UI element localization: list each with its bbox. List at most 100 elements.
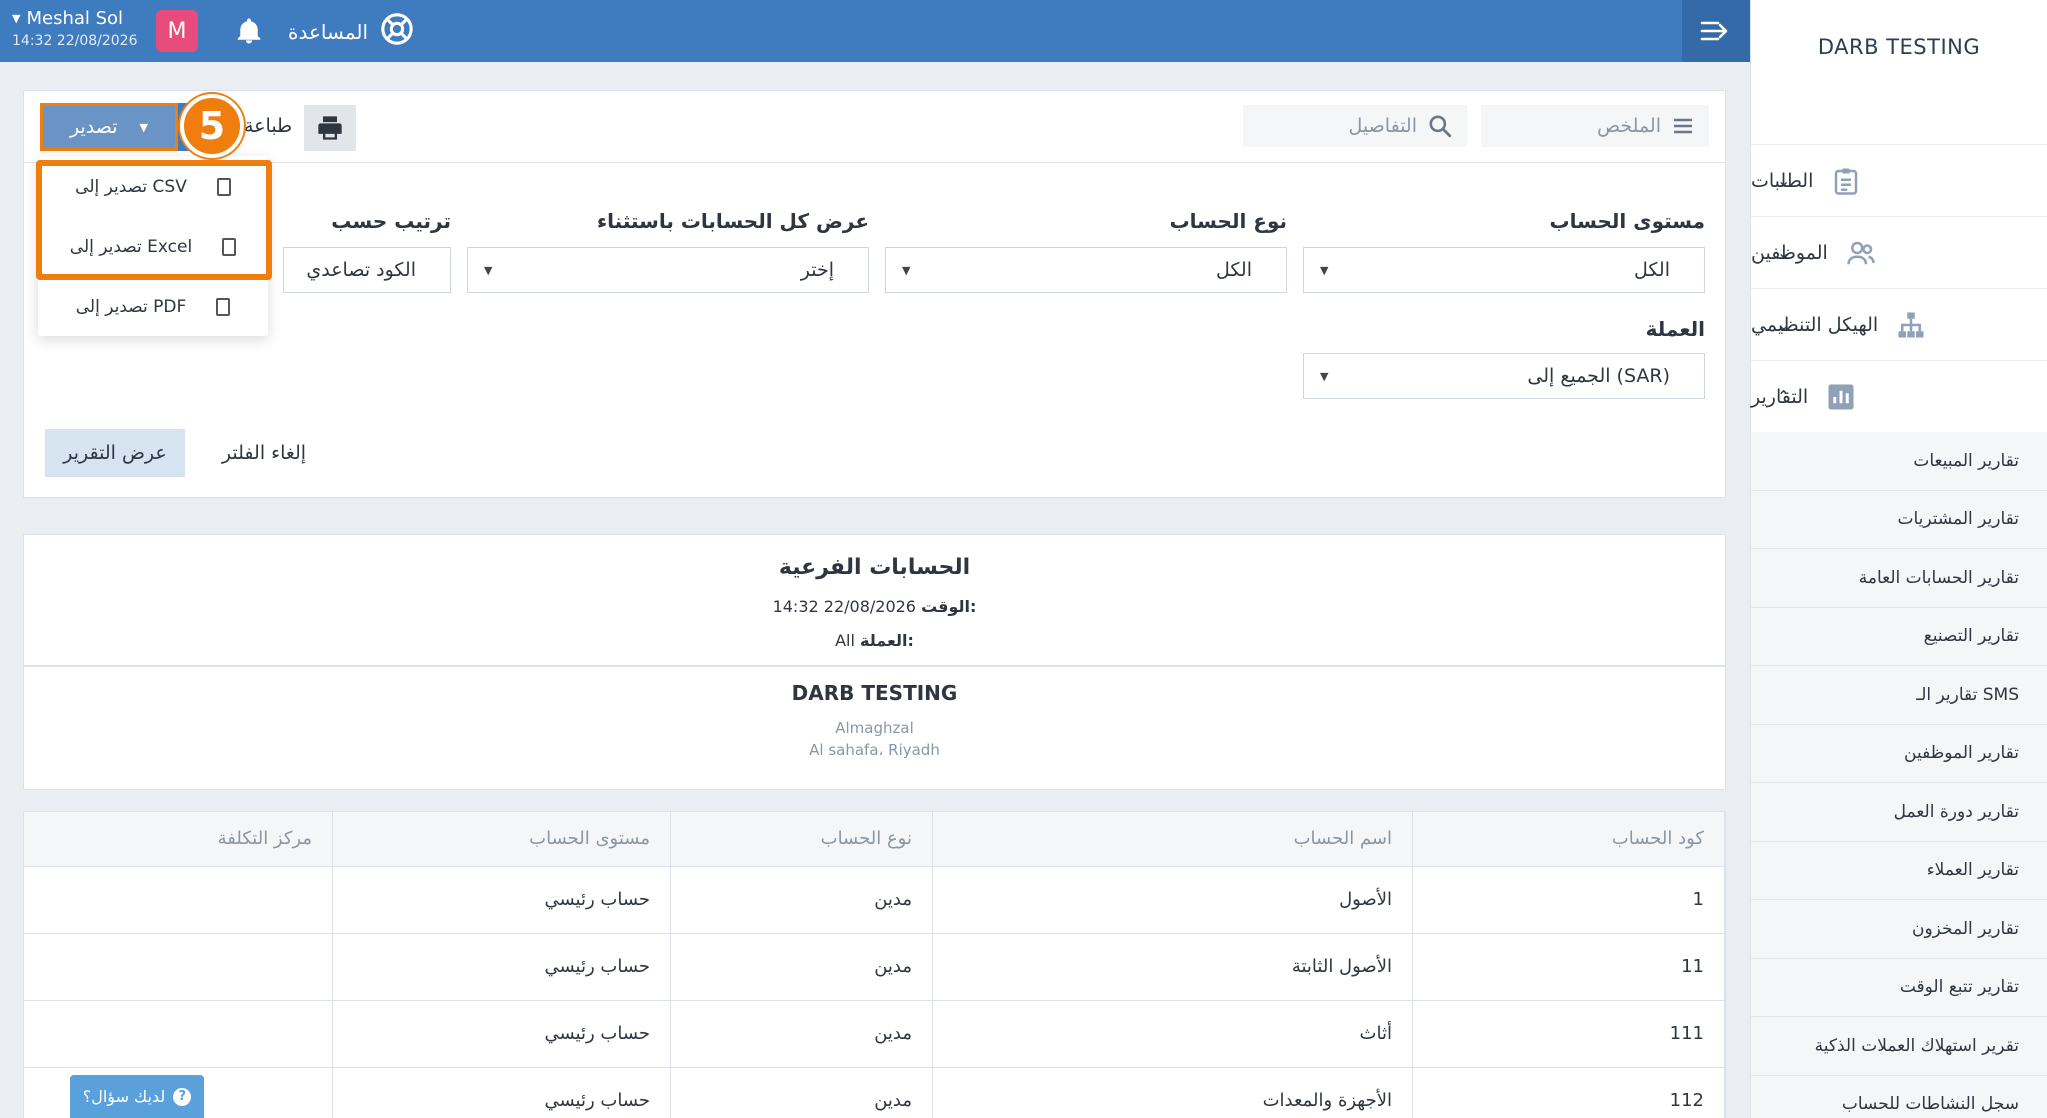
sort-select[interactable]: الكود تصاعدي (283, 247, 451, 293)
bell-icon[interactable] (234, 16, 264, 46)
sort-value: الكود تصاعدي (306, 259, 416, 281)
user-menu[interactable]: ▼ Meshal Sol 14:32 22/08/2026 (12, 8, 152, 49)
submenu-item[interactable]: تقارير التصنيع (1751, 608, 2047, 666)
cost-center (24, 1000, 333, 1068)
sidebar-item-org-structure[interactable]: الهيكل التنظيمي ⌄ (1751, 288, 2047, 360)
export-button[interactable]: تصدير ▼ (40, 103, 178, 151)
users-icon (1847, 241, 1875, 264)
caret-down-icon: ▼ (902, 263, 911, 277)
details-label: التفاصيل (1348, 115, 1417, 137)
account-level: حساب رئيسي (332, 1067, 671, 1118)
divider (24, 665, 1725, 667)
caret-down-icon: ▼ (139, 120, 148, 134)
caret-down-icon: ▼ (12, 12, 21, 25)
top-bar: ▼ Meshal Sol 14:32 22/08/2026 M المساعدة (0, 0, 1750, 62)
print-button[interactable] (304, 105, 356, 151)
tutorial-step-badge: 5 (180, 94, 244, 158)
user-name: Meshal Sol (26, 8, 124, 29)
summary-tab[interactable]: الملخص (1481, 105, 1709, 147)
account-level-value: الكل (1634, 259, 1670, 281)
show-all-value: إختر (800, 259, 834, 281)
report-time-value: 14:32 22/08/2026 (772, 597, 916, 616)
submenu-item[interactable]: تقارير الـ SMS (1751, 666, 2047, 725)
clipboard-icon (1835, 168, 1858, 195)
account-code: 111 (1412, 1000, 1725, 1068)
account-name: الأجهزة والمعدات (932, 1067, 1413, 1118)
user-time: 14:32 22/08/2026 (12, 33, 138, 49)
column-header-name[interactable]: اسم الحساب (932, 812, 1413, 867)
have-question-button[interactable]: لديك سؤال؟ ? (70, 1075, 204, 1118)
submenu-item[interactable]: تقارير تتبع الوقت (1751, 959, 2047, 1017)
sidebar-item-requests[interactable]: الطلبات ⌄ (1751, 144, 2047, 216)
submenu-item[interactable]: تقارير المخزون (1751, 900, 2047, 959)
account-code: 112 (1412, 1067, 1725, 1118)
sidebar-item-employees[interactable]: الموظفين ⌄ (1751, 216, 2047, 288)
caret-down-icon: ▼ (1320, 263, 1329, 277)
help-link[interactable]: المساعدة (288, 12, 414, 51)
company-address-line2: Al sahafa، Riyadh (809, 741, 940, 759)
sort-label: ترتيب حسب (331, 209, 451, 233)
show-report-button[interactable]: عرض التقرير (45, 429, 185, 477)
accounts-table-panel: كود الحساب اسم الحساب نوع الحساب مستوى ا… (23, 811, 1726, 1118)
table-row[interactable]: 112 الأجهزة والمعدات مدين حساب رئيسي (24, 1067, 1725, 1118)
show-all-label: عرض كل الحسابات باستثناء (596, 209, 869, 233)
submenu-item[interactable]: تقارير المبيعات (1751, 432, 2047, 491)
account-type: مدين (670, 866, 933, 934)
sidebar-item-label: الهيكل التنظيمي (1751, 313, 1879, 336)
submenu-item[interactable]: تقارير العملاء (1751, 842, 2047, 900)
table-row[interactable]: 11 الأصول الثابتة مدين حساب رئيسي (24, 933, 1725, 1001)
print-label[interactable]: طباعة (244, 115, 292, 137)
table-row[interactable]: 1 الأصول مدين حساب رئيسي (24, 866, 1725, 934)
collapse-menu-button[interactable] (1682, 0, 1750, 62)
show-all-select[interactable]: ▼ إختر (467, 247, 869, 293)
account-level-label: مستوى الحساب (1549, 209, 1705, 233)
currency-select[interactable]: ▼ الجميع إلى (SAR) (1303, 353, 1705, 399)
account-type: مدين (670, 1067, 933, 1118)
filter-panel: الملخص التفاصيل طباعة تصدير ▼ مستوى الحس… (23, 90, 1726, 498)
chevron-down-icon: ⌄ (1777, 315, 1791, 334)
question-mark-icon: ? (173, 1087, 192, 1106)
bar-chart-icon (1828, 384, 1854, 409)
account-type-label: نوع الحساب (1169, 209, 1287, 233)
column-header-cost-center[interactable]: مركز التكلفة (24, 812, 333, 867)
report-time-label: الوقت: (921, 597, 977, 616)
cost-center (24, 933, 333, 1001)
account-level-select[interactable]: ▼ الكل (1303, 247, 1705, 293)
company-address-line1: Almaghzal (835, 719, 914, 737)
account-level: حساب رئيسي (332, 866, 671, 934)
column-header-code[interactable]: كود الحساب (1412, 812, 1725, 867)
caret-down-icon: ▼ (484, 263, 493, 277)
details-tab[interactable]: التفاصيل (1243, 105, 1467, 147)
avatar[interactable]: M (156, 10, 198, 52)
accounts-table: كود الحساب اسم الحساب نوع الحساب مستوى ا… (24, 812, 1725, 1118)
report-currency-label: العملة: (860, 631, 914, 650)
reports-submenu: تقارير المبيعات تقارير المشتريات تقارير … (1751, 432, 2047, 1118)
submenu-item[interactable]: تقارير دورة العمل (1751, 783, 2047, 842)
table-row[interactable]: 111 أثاث مدين حساب رئيسي (24, 1000, 1725, 1068)
user-name-row[interactable]: ▼ Meshal Sol (12, 8, 152, 29)
report-title: الحسابات الفرعية (778, 555, 971, 580)
hierarchy-icon (1898, 312, 1924, 337)
sidebar-item-reports[interactable]: التقارير ⌃ (1751, 360, 2047, 432)
account-code: 11 (1412, 933, 1725, 1001)
account-type-value: الكل (1216, 259, 1252, 281)
submenu-item[interactable]: تقارير المشتريات (1751, 491, 2047, 549)
cancel-filter-button[interactable]: إلغاء الفلتر (204, 429, 324, 477)
cost-center (24, 866, 333, 934)
submenu-item[interactable]: سجل النشاطات للحساب (1751, 1076, 2047, 1118)
submenu-item[interactable]: تقارير الحسابات العامة (1751, 549, 2047, 608)
sidebar: DARB TESTING الطلبات ⌄ الموظفين ⌄ الهيكل… (1750, 0, 2047, 1118)
company-name: DARB TESTING (791, 681, 958, 705)
account-type-select[interactable]: ▼ الكل (885, 247, 1287, 293)
column-header-type[interactable]: نوع الحساب (670, 812, 933, 867)
export-pdf-item[interactable]: تصدير إلى PDF (38, 278, 268, 336)
column-header-level[interactable]: مستوى الحساب (332, 812, 671, 867)
account-level: حساب رئيسي (332, 933, 671, 1001)
chevron-up-icon: ⌃ (1777, 387, 1791, 406)
submenu-item[interactable]: تقارير الموظفين (1751, 725, 2047, 783)
submenu-item[interactable]: تقرير استهلاك العملات الذكية (1751, 1017, 2047, 1076)
printer-icon (318, 116, 342, 140)
chevron-down-icon: ⌄ (1777, 243, 1791, 262)
brand-name: DARB TESTING (1817, 35, 1981, 59)
report-toolbar: الملخص التفاصيل طباعة تصدير ▼ (24, 91, 1725, 163)
